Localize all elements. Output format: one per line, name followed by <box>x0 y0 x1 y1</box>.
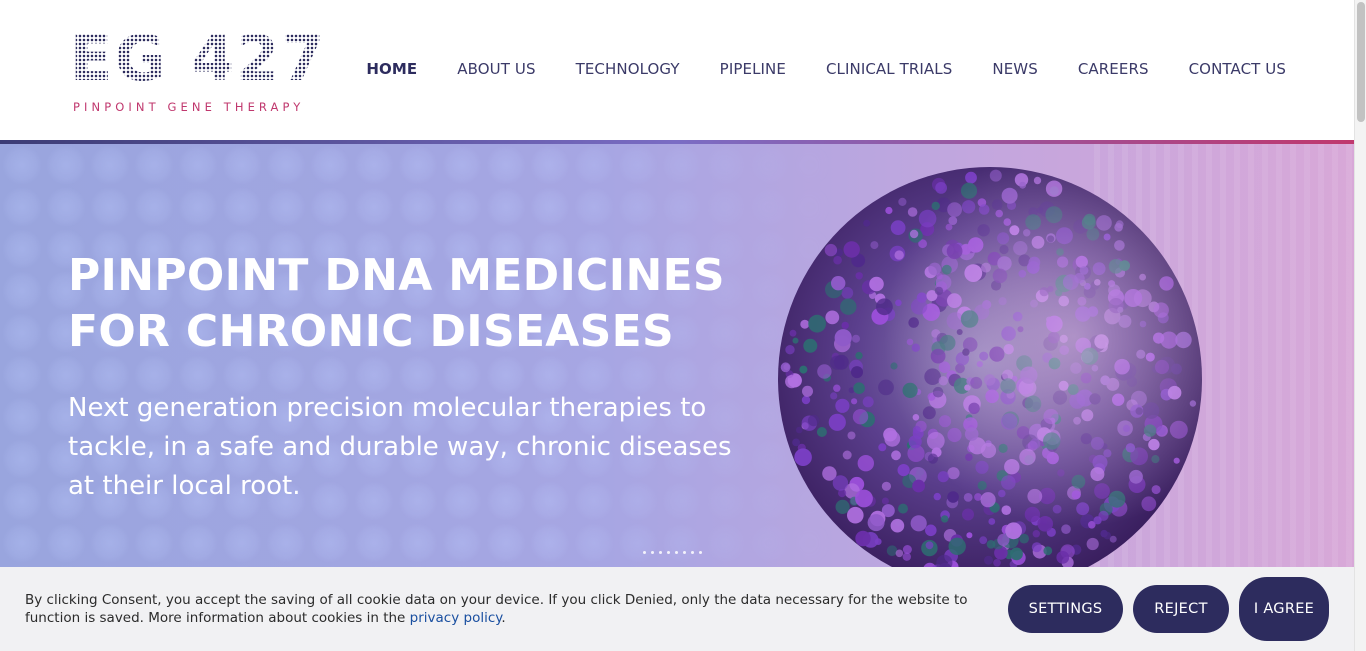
carousel-dot[interactable] <box>675 551 678 554</box>
hero-title-line1: PINPOINT DNA MEDICINES <box>68 250 725 301</box>
carousel-indicator[interactable] <box>643 551 702 554</box>
carousel-dot[interactable] <box>683 551 686 554</box>
nav-news[interactable]: NEWS <box>992 60 1037 78</box>
page-scrollbar[interactable] <box>1354 0 1366 651</box>
hero-subtitle: Next generation precision molecular ther… <box>68 393 732 501</box>
logo-mark: EG 427 <box>70 26 330 92</box>
cookie-consent-bar: By clicking Consent, you accept the savi… <box>0 567 1354 651</box>
nav-home[interactable]: HOME <box>366 60 417 78</box>
cookie-message-end: . <box>501 610 506 626</box>
site-header: EG 427 PINPOINT GENE THERAPY HOME ABOUT … <box>0 0 1354 140</box>
carousel-dot[interactable] <box>699 551 702 554</box>
nav-pipeline[interactable]: PIPELINE <box>720 60 786 78</box>
nav-about-us[interactable]: ABOUT US <box>457 60 535 78</box>
main-nav: HOME ABOUT US TECHNOLOGY PIPELINE CLINIC… <box>366 60 1286 78</box>
logo[interactable]: EG 427 PINPOINT GENE THERAPY <box>70 26 330 120</box>
carousel-dot[interactable] <box>691 551 694 554</box>
cookie-reject-button[interactable]: REJECT <box>1133 585 1229 633</box>
virus-particle-image <box>778 167 1202 567</box>
nav-contact-us[interactable]: CONTACT US <box>1189 60 1286 78</box>
hero-title: PINPOINT DNA MEDICINES FOR CHRONIC DISEA… <box>68 248 768 360</box>
cookie-settings-button[interactable]: SETTINGS <box>1008 585 1123 633</box>
nav-clinical-trials[interactable]: CLINICAL TRIALS <box>826 60 952 78</box>
carousel-dot[interactable] <box>643 551 646 554</box>
hero-title-line2: FOR CHRONIC DISEASES <box>68 306 674 357</box>
cookie-agree-button[interactable]: I AGREE <box>1239 577 1329 641</box>
scrollbar-thumb[interactable] <box>1357 2 1365 122</box>
carousel-dot[interactable] <box>659 551 662 554</box>
nav-careers[interactable]: CAREERS <box>1078 60 1149 78</box>
logo-tagline: PINPOINT GENE THERAPY <box>73 100 305 114</box>
privacy-policy-link[interactable]: privacy policy <box>410 610 502 626</box>
carousel-dot[interactable] <box>667 551 670 554</box>
cookie-message: By clicking Consent, you accept the savi… <box>25 591 985 627</box>
hero-banner: PINPOINT DNA MEDICINES FOR CHRONIC DISEA… <box>0 144 1354 567</box>
nav-technology[interactable]: TECHNOLOGY <box>576 60 680 78</box>
carousel-dot[interactable] <box>651 551 654 554</box>
